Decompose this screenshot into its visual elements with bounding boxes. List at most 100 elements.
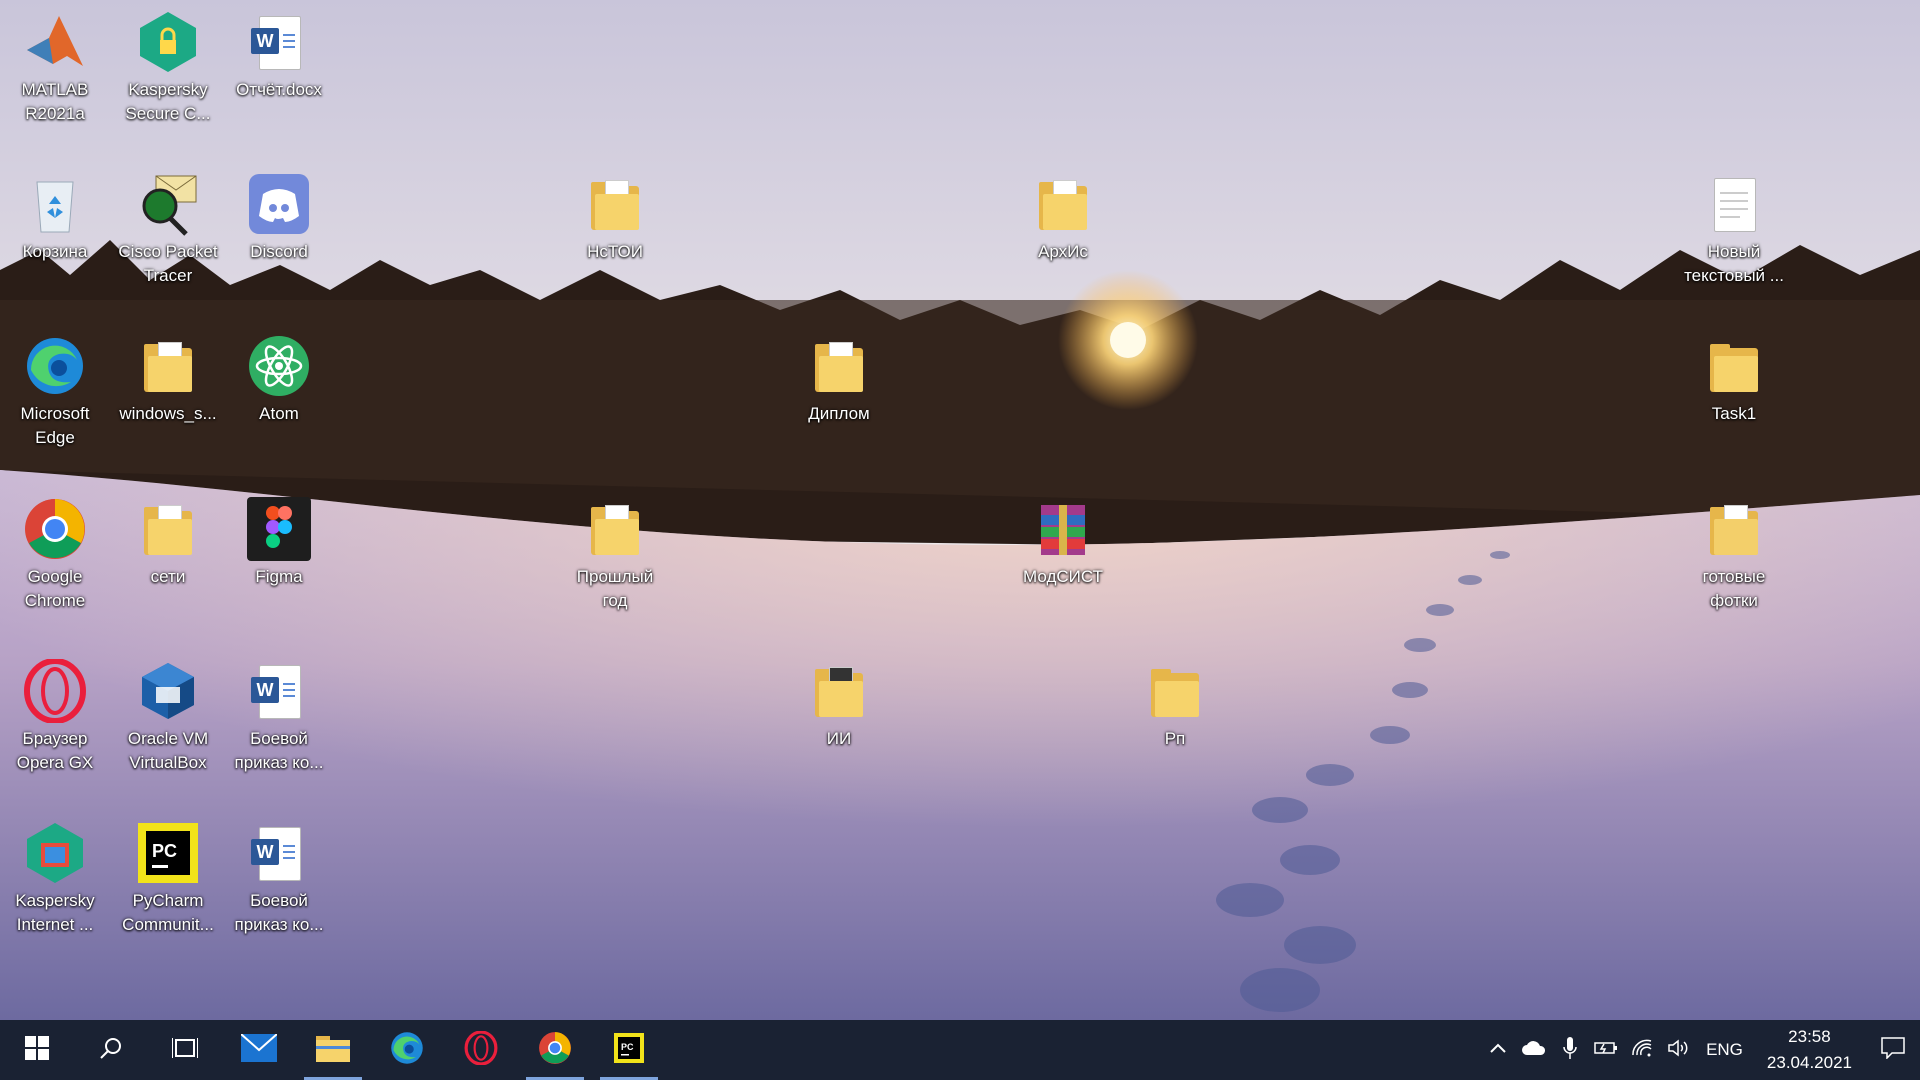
desktop-icon-modsist[interactable]: МодСИСТ <box>1011 491 1115 589</box>
desktop-icon-label: ИИ <box>826 729 852 748</box>
desktop-icon-label: НсТОИ <box>587 242 643 261</box>
svg-text:PC: PC <box>621 1042 634 1052</box>
folder-icon <box>1702 334 1766 398</box>
desktop-icon-label: Atom <box>259 404 299 423</box>
desktop-icon-discord[interactable]: Discord <box>227 166 331 264</box>
system-tray: ENG 23:58 23.04.2021 <box>1480 1020 1920 1080</box>
svg-text:PC: PC <box>152 841 177 861</box>
chrome-icon <box>538 1031 572 1070</box>
desktop-icon-label: Боевой приказ ко... <box>234 891 324 934</box>
desktop-icon-google-chrome[interactable]: Google Chrome <box>3 491 107 613</box>
taskbar-chrome[interactable] <box>518 1020 592 1080</box>
desktop-icon-label: Google Chrome <box>24 567 86 610</box>
desktop-icon-label: Discord <box>250 242 308 261</box>
folder-icon <box>583 497 647 561</box>
search-button[interactable] <box>74 1020 148 1080</box>
cloud-icon <box>1521 1039 1547 1062</box>
desktop-icon-label: windows_s... <box>119 404 217 423</box>
folder-icon <box>1031 172 1095 236</box>
desktop-icon-ii[interactable]: ИИ <box>787 653 891 751</box>
desktop-icon-boevoy-prikaz-1[interactable]: W Боевой приказ ко... <box>227 653 331 775</box>
pycharm-icon: PC <box>136 821 200 885</box>
word-doc-icon: W <box>247 10 311 74</box>
folder-icon <box>136 334 200 398</box>
search-icon <box>99 1036 123 1065</box>
desktop-icon-new-text-file[interactable]: Новый текстовый ... <box>1682 166 1786 288</box>
battery-tray-button[interactable] <box>1588 1020 1624 1080</box>
clock[interactable]: 23:58 23.04.2021 <box>1753 1024 1866 1076</box>
cisco-packet-tracer-icon <box>136 172 200 236</box>
kaspersky-internet-icon <box>23 821 87 885</box>
desktop-icon-cisco-packet-tracer[interactable]: Cisco Packet Tracer <box>116 166 220 288</box>
desktop-icon-label: Браузер Opera GX <box>16 729 94 772</box>
taskbar-file-explorer[interactable] <box>296 1020 370 1080</box>
virtualbox-icon <box>136 659 200 723</box>
clock-time: 23:58 <box>1788 1027 1831 1046</box>
desktop-icon-label: АрхИс <box>1038 242 1088 261</box>
desktop-icon-label: Oracle VM VirtualBox <box>127 729 209 772</box>
archive-icon <box>1031 497 1095 561</box>
figma-icon <box>247 497 311 561</box>
wifi-tray-button[interactable] <box>1624 1020 1660 1080</box>
chrome-icon <box>23 497 87 561</box>
desktop-icon-gotovye-fotki[interactable]: готовые фотки <box>1682 491 1786 613</box>
edge-icon <box>389 1030 425 1071</box>
pycharm-icon: PC <box>613 1032 645 1069</box>
taskbar-edge[interactable] <box>370 1020 444 1080</box>
desktop-icon-label: Kaspersky Internet ... <box>15 891 95 934</box>
desktop-icon-rp[interactable]: Рп <box>1123 653 1227 751</box>
desktop-icon-proshly-god[interactable]: Прошлый год <box>563 491 667 613</box>
desktop-icon-nstoi[interactable]: НсТОИ <box>563 166 667 264</box>
word-doc-icon: W <box>247 659 311 723</box>
desktop-icon-boevoy-prikaz-2[interactable]: W Боевой приказ ко... <box>227 815 331 937</box>
desktop-icon-kaspersky-secure[interactable]: Kaspersky Secure C... <box>116 4 220 126</box>
folder-icon <box>583 172 647 236</box>
opera-icon <box>464 1029 498 1070</box>
desktop-icon-task1[interactable]: Task1 <box>1682 328 1786 426</box>
taskbar-mail[interactable] <box>222 1020 296 1080</box>
battery-icon <box>1594 1040 1618 1061</box>
desktop-icon-pycharm[interactable]: PC PyCharm Communit... <box>116 815 220 937</box>
clock-date: 23.04.2021 <box>1766 1053 1852 1072</box>
desktop-icon-virtualbox[interactable]: Oracle VM VirtualBox <box>116 653 220 775</box>
task-view-icon <box>171 1036 199 1065</box>
desktop-icon-matlab[interactable]: MATLAB R2021a <box>3 4 107 126</box>
kaspersky-secure-icon <box>136 10 200 74</box>
desktop-icon-arhis[interactable]: АрхИс <box>1011 166 1115 264</box>
desktop-icon-label: Диплом <box>808 404 870 423</box>
text-file-icon <box>1702 172 1766 236</box>
wifi-icon <box>1631 1039 1653 1062</box>
action-center-button[interactable] <box>1866 1020 1920 1080</box>
desktop-icon-label: MATLAB R2021a <box>21 80 89 123</box>
onedrive-tray-button[interactable] <box>1516 1020 1552 1080</box>
opera-gx-icon <box>23 658 87 724</box>
notification-icon <box>1881 1036 1905 1064</box>
desktop-icon-figma[interactable]: Figma <box>227 491 331 589</box>
desktop-icon-atom[interactable]: Atom <box>227 328 331 426</box>
matlab-icon <box>23 10 87 74</box>
show-hidden-icons-button[interactable] <box>1480 1020 1516 1080</box>
desktop-icon-recycle-bin[interactable]: Корзина <box>3 166 107 264</box>
taskbar-opera[interactable] <box>444 1020 518 1080</box>
desktop-icon-diplom[interactable]: Диплом <box>787 328 891 426</box>
task-view-button[interactable] <box>148 1020 222 1080</box>
taskbar-pycharm[interactable]: PC <box>592 1020 666 1080</box>
windows-start-icon <box>25 1035 49 1065</box>
folder-icon <box>316 1034 350 1067</box>
word-doc-icon: W <box>247 821 311 885</box>
desktop-icon-label: Новый текстовый ... <box>1684 242 1784 285</box>
desktop-icon-opera-gx[interactable]: Браузер Opera GX <box>3 653 107 775</box>
volume-tray-button[interactable] <box>1660 1020 1696 1080</box>
desktop-icon-label: Корзина <box>22 242 88 261</box>
desktop-icon-kaspersky-internet[interactable]: Kaspersky Internet ... <box>3 815 107 937</box>
desktop-icon-label: Рп <box>1164 729 1186 748</box>
desktop-icon-windows-s[interactable]: windows_s... <box>116 328 220 426</box>
desktop-icon-microsoft-edge[interactable]: Microsoft Edge <box>3 328 107 450</box>
desktop-icon-otchet-docx[interactable]: W Отчёт.docx <box>227 4 331 102</box>
start-button[interactable] <box>0 1020 74 1080</box>
desktop-icon-label: МодСИСТ <box>1023 567 1103 586</box>
microphone-tray-button[interactable] <box>1552 1020 1588 1080</box>
taskbar: PC ENG 23:58 23.04.2021 <box>0 1020 1920 1080</box>
language-indicator[interactable]: ENG <box>1696 1040 1753 1060</box>
desktop-icon-seti[interactable]: сети <box>116 491 220 589</box>
